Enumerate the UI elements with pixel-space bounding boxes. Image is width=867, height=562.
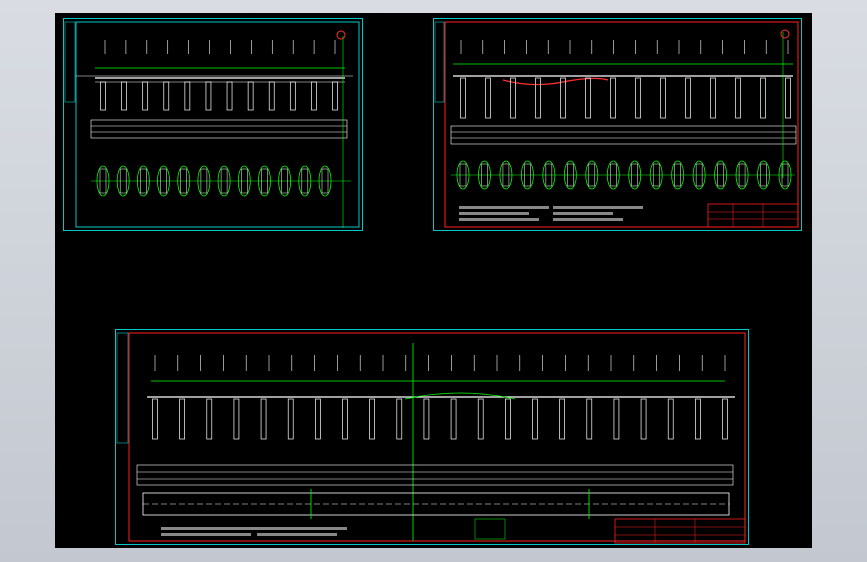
- pier: [142, 81, 149, 111]
- pier: [586, 398, 593, 440]
- sheet-outer-border: [115, 329, 749, 545]
- pier: [485, 77, 491, 119]
- pier: [450, 398, 457, 440]
- notes-block: [459, 206, 643, 221]
- pier: [559, 398, 565, 440]
- pier: [396, 398, 403, 440]
- pier: [560, 77, 566, 119]
- pier: [311, 81, 317, 111]
- pier: [179, 398, 185, 440]
- pier: [247, 81, 254, 111]
- drawing-sheet-2[interactable]: [433, 18, 802, 231]
- pier-group: [460, 77, 791, 119]
- pier: [121, 81, 127, 111]
- pier: [695, 398, 701, 440]
- sheet-inner-border: [75, 21, 360, 228]
- pier: [635, 77, 641, 119]
- elevation-ticks: [104, 40, 336, 54]
- data-table: [136, 464, 734, 486]
- arch-span: [404, 392, 516, 400]
- pier-group: [152, 398, 728, 440]
- pier: [100, 81, 106, 111]
- pier: [163, 81, 170, 111]
- elevation-ticks: [154, 355, 726, 371]
- pier: [289, 81, 296, 111]
- data-table: [450, 125, 797, 145]
- pier: [610, 77, 616, 119]
- pier: [226, 81, 233, 111]
- title-block: [707, 203, 799, 228]
- sheet-inner-border: [128, 332, 746, 542]
- sheet-outer-border: [63, 18, 363, 231]
- title-strip: [64, 21, 76, 103]
- pier: [660, 77, 666, 119]
- pier: [505, 398, 511, 440]
- pier: [369, 398, 375, 440]
- pier: [640, 398, 647, 440]
- pier: [585, 77, 591, 119]
- elevation-ticks: [460, 40, 789, 54]
- title-block: [614, 518, 746, 544]
- pier: [785, 77, 791, 119]
- title-strip: [116, 332, 129, 444]
- pier: [287, 398, 294, 440]
- pier: [477, 398, 484, 440]
- title-strip: [434, 21, 445, 103]
- notes-block: [161, 518, 506, 540]
- sheet-outer-border: [433, 18, 802, 231]
- pier: [685, 77, 691, 119]
- cad-viewer-window: [0, 0, 867, 562]
- pier: [532, 398, 538, 440]
- drawing-canvas[interactable]: [55, 13, 812, 548]
- data-table: [90, 119, 348, 139]
- drawing-sheet-1[interactable]: [63, 18, 363, 231]
- pier: [613, 398, 620, 440]
- north-marker-icon: [780, 29, 790, 39]
- pier: [735, 77, 741, 119]
- pier: [760, 77, 766, 119]
- pier: [710, 77, 716, 119]
- highlight-span: [502, 77, 609, 86]
- pier: [268, 81, 275, 111]
- drawing-sheet-3[interactable]: [115, 329, 749, 545]
- pier-group: [100, 81, 338, 111]
- pier: [184, 81, 191, 111]
- pier: [342, 398, 348, 440]
- pier: [315, 398, 321, 440]
- pier: [510, 77, 516, 119]
- north-marker-icon: [336, 30, 346, 40]
- pier: [667, 398, 674, 440]
- pier: [205, 81, 212, 111]
- pier: [332, 81, 338, 111]
- pier: [460, 77, 466, 119]
- pier: [423, 398, 430, 440]
- sheet-inner-border: [444, 21, 799, 228]
- pier: [206, 398, 213, 440]
- pier: [152, 398, 158, 440]
- pier: [260, 398, 267, 440]
- pier: [233, 398, 240, 440]
- pier: [722, 398, 728, 440]
